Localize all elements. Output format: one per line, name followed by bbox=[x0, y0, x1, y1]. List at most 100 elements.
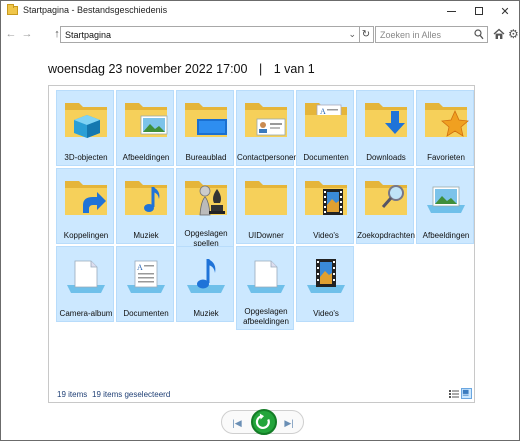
item-label: Downloads bbox=[366, 153, 406, 162]
selected-count: 19 items geselecteerd bbox=[92, 390, 171, 399]
list-item[interactable]: Muziek bbox=[176, 246, 234, 322]
list-item[interactable]: 3D-objecten bbox=[56, 90, 114, 166]
item-label: Video's bbox=[313, 309, 339, 318]
svg-text:A: A bbox=[137, 263, 143, 272]
list-item[interactable]: Zoekopdrachten bbox=[356, 168, 415, 244]
item-label: Contactpersonen bbox=[237, 153, 298, 162]
refresh-button[interactable]: ↻ bbox=[359, 26, 374, 43]
folder-contacts-icon bbox=[245, 103, 287, 137]
list-item[interactable]: Favorieten bbox=[416, 90, 474, 166]
details-view-icon[interactable] bbox=[449, 389, 459, 399]
item-label: Documenten bbox=[123, 309, 169, 318]
restore-button[interactable] bbox=[251, 409, 277, 435]
large-icons-view-button[interactable] bbox=[461, 388, 472, 399]
library-videos-icon bbox=[307, 259, 345, 293]
maximize-icon bbox=[475, 7, 483, 15]
folder-music-icon bbox=[125, 181, 167, 215]
address-text: Startpagina bbox=[65, 30, 112, 40]
list-item[interactable]: UIDowner bbox=[236, 168, 294, 244]
folder-desktop-icon bbox=[185, 103, 227, 137]
close-button[interactable]: ✕ bbox=[491, 1, 519, 21]
list-item[interactable]: Camera-album bbox=[56, 246, 114, 322]
item-label: Zoekopdrachten bbox=[357, 231, 415, 240]
list-item[interactable]: Video's bbox=[296, 246, 354, 322]
library-saved-pictures-icon bbox=[247, 260, 285, 293]
version-position: 1 van 1 bbox=[273, 62, 315, 76]
search-placeholder: Zoeken in Alles bbox=[380, 30, 442, 40]
folder-pictures-icon bbox=[125, 103, 168, 137]
address-bar[interactable]: Startpagina ⌄ bbox=[60, 26, 360, 43]
item-label: Bureaublad bbox=[185, 153, 227, 162]
item-label: UIDowner bbox=[248, 231, 284, 240]
next-version-button[interactable]: ▶| bbox=[282, 416, 296, 430]
forward-button[interactable]: → bbox=[20, 27, 34, 41]
folder-app-icon bbox=[7, 4, 18, 15]
window-title: Startpagina - Bestandsgeschiedenis bbox=[23, 5, 168, 15]
arrow-left-icon: ← bbox=[5, 28, 17, 40]
library-camera-roll-icon bbox=[67, 260, 105, 293]
library-documents-icon: A bbox=[127, 260, 165, 293]
minimize-icon bbox=[446, 10, 456, 12]
file-history-window: Startpagina - Bestandsgeschiedenis ✕ ← →… bbox=[0, 0, 520, 441]
list-item[interactable]: Afbeeldingen bbox=[116, 90, 174, 166]
folder-3d-icon bbox=[65, 103, 107, 138]
list-item[interactable]: Opgeslagen spellen bbox=[176, 168, 234, 252]
library-pictures-icon bbox=[427, 186, 465, 213]
list-item[interactable]: Opgeslagen afbeeldingen bbox=[236, 246, 294, 330]
refresh-icon: ↻ bbox=[361, 29, 371, 40]
maximize-button[interactable] bbox=[465, 1, 493, 21]
item-label: Favorieten bbox=[427, 153, 465, 162]
arrow-right-icon: → bbox=[21, 28, 33, 40]
heading-separator: | bbox=[258, 62, 263, 76]
item-label: Muziek bbox=[133, 231, 159, 240]
svg-text:A: A bbox=[320, 107, 326, 116]
item-label: Camera-album bbox=[59, 309, 113, 318]
folder-videos-icon bbox=[305, 181, 347, 215]
navigation-bar: ← → ↑ Startpagina ⌄ ↻ Zoeken in Alles ⚙ bbox=[1, 23, 519, 47]
item-label: Koppelingen bbox=[63, 231, 109, 240]
backup-date-heading: woensdag 23 november 2022 17:00 | 1 van … bbox=[48, 62, 315, 76]
library-music-icon bbox=[187, 259, 225, 293]
backup-date: woensdag 23 november 2022 17:00 bbox=[48, 62, 248, 76]
close-icon: ✕ bbox=[500, 5, 510, 18]
item-label: Opgeslagen afbeeldingen bbox=[243, 307, 289, 326]
list-item[interactable]: Downloads bbox=[356, 90, 414, 166]
item-label: 3D-objecten bbox=[64, 153, 108, 162]
arrow-up-icon: ↑ bbox=[54, 28, 60, 40]
search-box[interactable]: Zoeken in Alles bbox=[375, 26, 488, 43]
list-item[interactable]: A Documenten bbox=[296, 90, 354, 166]
minimize-button[interactable] bbox=[437, 1, 465, 21]
items-panel: 3D-objecten Afbeeldingen Bureaublad Cont… bbox=[48, 85, 475, 403]
gear-icon[interactable]: ⚙ bbox=[508, 28, 520, 40]
list-item[interactable]: Koppelingen bbox=[56, 168, 114, 244]
large-icons-view-icon bbox=[462, 389, 469, 396]
search-icon bbox=[474, 29, 484, 40]
back-button[interactable]: ← bbox=[4, 27, 18, 41]
item-label: Afbeeldingen bbox=[422, 231, 470, 240]
home-icon[interactable] bbox=[493, 28, 505, 40]
list-item[interactable]: Video's bbox=[296, 168, 354, 244]
item-label: Video's bbox=[313, 231, 339, 240]
item-label: Documenten bbox=[303, 153, 349, 162]
list-item[interactable]: A Documenten bbox=[116, 246, 174, 322]
restore-icon bbox=[255, 413, 270, 429]
folder-favorites-icon bbox=[425, 103, 469, 137]
chevron-down-icon[interactable]: ⌄ bbox=[348, 29, 356, 40]
folder-user-icon bbox=[245, 181, 287, 215]
folder-downloads-icon bbox=[365, 103, 407, 137]
version-pager: |◀ ▶| bbox=[221, 409, 304, 435]
list-item[interactable]: Muziek bbox=[116, 168, 174, 244]
skip-next-icon: ▶| bbox=[284, 418, 294, 428]
item-label: Afbeeldingen bbox=[122, 153, 170, 162]
list-item[interactable]: Contactpersonen bbox=[236, 90, 298, 166]
previous-version-button[interactable]: |◀ bbox=[230, 416, 244, 430]
title-bar: Startpagina - Bestandsgeschiedenis ✕ bbox=[1, 1, 519, 21]
folder-documents-icon: A bbox=[305, 103, 347, 137]
folder-searches-icon bbox=[365, 181, 407, 215]
item-label: Muziek bbox=[193, 309, 219, 318]
folder-links-icon bbox=[65, 181, 107, 215]
skip-previous-icon: |◀ bbox=[232, 418, 242, 428]
list-item[interactable]: Afbeeldingen bbox=[416, 168, 474, 244]
list-item[interactable]: Bureaublad bbox=[176, 90, 234, 166]
item-count: 19 items bbox=[57, 390, 88, 399]
